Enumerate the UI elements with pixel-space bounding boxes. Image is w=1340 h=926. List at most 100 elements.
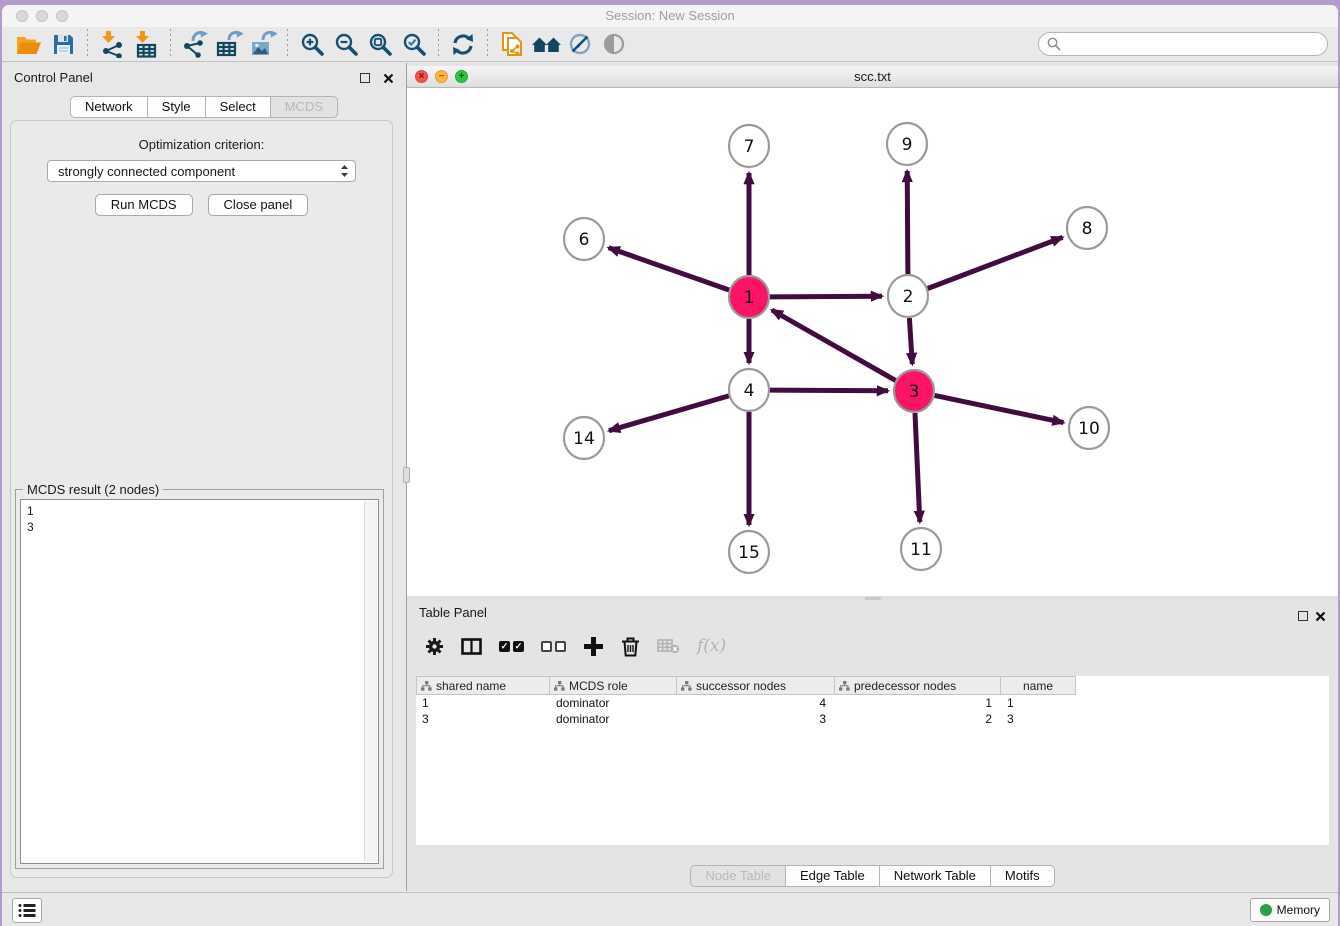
close-table-panel-icon[interactable] <box>1315 611 1326 622</box>
splitter-handle[interactable] <box>865 597 881 600</box>
graph-edge-3-1[interactable] <box>772 310 896 381</box>
column-header-predecessor-nodes[interactable]: predecessor nodes <box>835 676 1001 695</box>
search-input[interactable] <box>1066 37 1319 51</box>
tab-select[interactable]: Select <box>205 96 271 118</box>
table-settings-button[interactable] <box>425 637 444 656</box>
criterion-select[interactable]: strongly connected component <box>47 160 356 182</box>
tab-node-table[interactable]: Node Table <box>690 865 786 887</box>
tab-motifs[interactable]: Motifs <box>990 865 1055 887</box>
graph-node-8[interactable]: 8 <box>1067 207 1107 249</box>
open-folder-icon <box>15 33 43 56</box>
network-canvas[interactable]: 1 2 3 4 6 7 8 9 10 11 14 15 <box>407 88 1338 596</box>
graph-node-15[interactable]: 15 <box>729 531 769 573</box>
zoom-out-button[interactable] <box>329 29 363 59</box>
column-header-mcds-role[interactable]: MCDS role <box>550 676 677 695</box>
svg-text:8: 8 <box>1082 219 1093 239</box>
memory-button[interactable]: Memory <box>1250 898 1330 922</box>
table-tabs: Node Table Edge Table Network Table Moti… <box>407 865 1338 887</box>
graph-node-1[interactable]: 1 <box>729 276 769 318</box>
float-panel-icon[interactable] <box>360 73 370 83</box>
graph-edge-1-2[interactable] <box>770 296 882 297</box>
import-network-button[interactable] <box>95 29 129 59</box>
export-network-button[interactable] <box>178 29 212 59</box>
show-all-networks-button[interactable] <box>529 29 563 59</box>
tab-network-table[interactable]: Network Table <box>879 865 991 887</box>
tab-network[interactable]: Network <box>70 96 148 118</box>
graph-node-4[interactable]: 4 <box>729 369 769 411</box>
table-row[interactable]: 3 dominator 3 2 3 <box>416 711 1329 727</box>
result-scrollbar[interactable] <box>364 501 377 862</box>
clone-network-button[interactable] <box>495 29 529 59</box>
graph-edge-3-11[interactable] <box>915 413 920 522</box>
unchecked-box-icon <box>541 641 552 652</box>
graph-edge-3-10[interactable] <box>935 395 1064 422</box>
add-column-button[interactable] <box>583 636 604 657</box>
close-panel-icon[interactable] <box>383 73 394 84</box>
function-builder-button[interactable]: f(x) <box>697 636 726 656</box>
float-table-panel-icon[interactable] <box>1298 611 1308 621</box>
graph-node-14[interactable]: 14 <box>564 417 604 459</box>
export-image-button[interactable] <box>246 29 280 59</box>
tab-style[interactable]: Style <box>147 96 206 118</box>
column-header-shared-name[interactable]: shared name <box>416 676 550 695</box>
refresh-button[interactable] <box>446 29 480 59</box>
zoom-selected-button[interactable] <box>397 29 431 59</box>
toolbar-separator <box>487 29 488 59</box>
graph-node-11[interactable]: 11 <box>901 528 941 570</box>
svg-text:10: 10 <box>1078 419 1100 439</box>
control-panel-title: Control Panel <box>14 63 93 93</box>
network-graph[interactable]: 1 2 3 4 6 7 8 9 10 11 14 15 <box>407 88 1337 596</box>
graph-edge-2-3[interactable] <box>909 318 912 364</box>
graph-edge-4-3[interactable] <box>770 390 888 391</box>
column-header-successor-nodes[interactable]: successor nodes <box>677 676 835 695</box>
import-table-icon <box>133 31 159 58</box>
tab-mcds[interactable]: MCDS <box>270 96 338 118</box>
delete-column-button[interactable] <box>621 636 640 657</box>
graph-edge-4-14[interactable] <box>609 396 729 431</box>
zoom-in-button[interactable] <box>295 29 329 59</box>
select-all-columns-button[interactable]: ✓ ✓ <box>499 641 524 652</box>
cell-successor-nodes: 4 <box>677 696 835 710</box>
refresh-icon <box>451 33 475 56</box>
app-window: Session: New Session <box>2 5 1338 926</box>
graph-node-3[interactable]: 3 <box>894 370 934 412</box>
cell-predecessor-nodes: 2 <box>835 712 1001 726</box>
table-row[interactable]: 1 dominator 4 1 1 <box>416 695 1329 711</box>
mcds-result-box[interactable]: 1 3 <box>20 499 379 864</box>
graph-edge-2-8[interactable] <box>928 237 1063 288</box>
graph-node-7[interactable]: 7 <box>729 125 769 167</box>
table-panel-title: Table Panel <box>419 601 487 625</box>
graph-node-9[interactable]: 9 <box>887 123 927 165</box>
graph-edge-2-9[interactable] <box>907 171 908 274</box>
tab-edge-table[interactable]: Edge Table <box>785 865 880 887</box>
unselect-all-columns-button[interactable] <box>541 641 566 652</box>
save-session-button[interactable] <box>46 29 80 59</box>
import-table-button[interactable] <box>129 29 163 59</box>
mcds-result-fieldset: MCDS result (2 nodes) 1 3 <box>15 489 384 869</box>
clone-network-icon <box>499 30 526 59</box>
app-titlebar: Session: New Session <box>2 5 1338 27</box>
graph-edge-1-6[interactable] <box>609 248 730 290</box>
split-column-button[interactable] <box>461 638 482 655</box>
hierarchy-icon <box>681 681 692 691</box>
graph-node-6[interactable]: 6 <box>564 218 604 260</box>
optimization-criterion-label: Optimization criterion: <box>11 137 392 152</box>
graph-node-2[interactable]: 2 <box>888 275 928 317</box>
task-history-button[interactable] <box>12 898 42 923</box>
delete-table-button[interactable] <box>657 638 680 654</box>
column-header-name[interactable]: name <box>1001 676 1076 695</box>
birds-eye-button[interactable] <box>597 29 631 59</box>
open-session-button[interactable] <box>12 29 46 59</box>
node-table[interactable]: shared name MCDS role successor nodes <box>416 676 1329 845</box>
svg-text:6: 6 <box>579 230 590 250</box>
zoom-fit-button[interactable] <box>363 29 397 59</box>
close-panel-button[interactable]: Close panel <box>208 194 309 216</box>
run-mcds-button[interactable]: Run MCDS <box>95 194 193 216</box>
export-table-button[interactable] <box>212 29 246 59</box>
graphics-details-button[interactable] <box>563 29 597 59</box>
graph-node-10[interactable]: 10 <box>1069 407 1109 449</box>
network-window-titlebar[interactable]: × − + scc.txt <box>407 66 1338 88</box>
vertical-splitter-handle[interactable] <box>403 467 410 483</box>
hierarchy-icon <box>554 681 565 691</box>
search-box[interactable] <box>1038 32 1328 56</box>
